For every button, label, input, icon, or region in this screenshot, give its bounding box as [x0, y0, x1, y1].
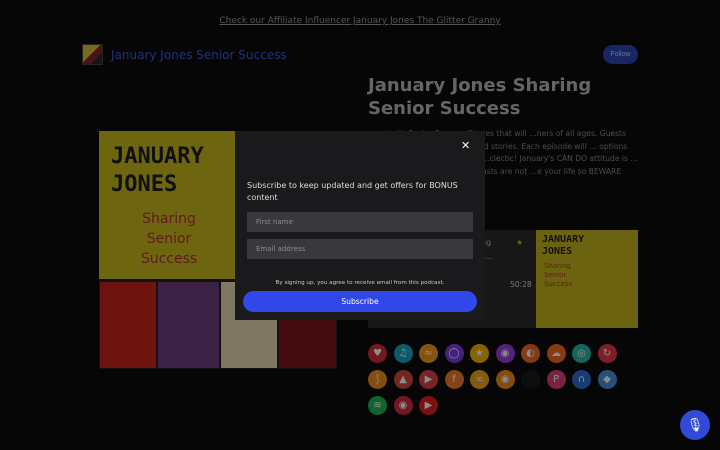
microphone-icon[interactable]: 🎙: [680, 410, 710, 440]
close-icon[interactable]: ✕: [461, 139, 470, 152]
first-name-input[interactable]: [247, 212, 473, 232]
email-input[interactable]: [247, 239, 473, 259]
terms-text: By signing up, you agree to receive emai…: [275, 280, 445, 286]
subscribe-button[interactable]: Subscribe: [243, 291, 477, 312]
modal-message: Subscribe to keep updated and get offers…: [247, 181, 458, 202]
subscribe-modal: ✕ Subscribe to keep updated and get offe…: [235, 131, 485, 320]
